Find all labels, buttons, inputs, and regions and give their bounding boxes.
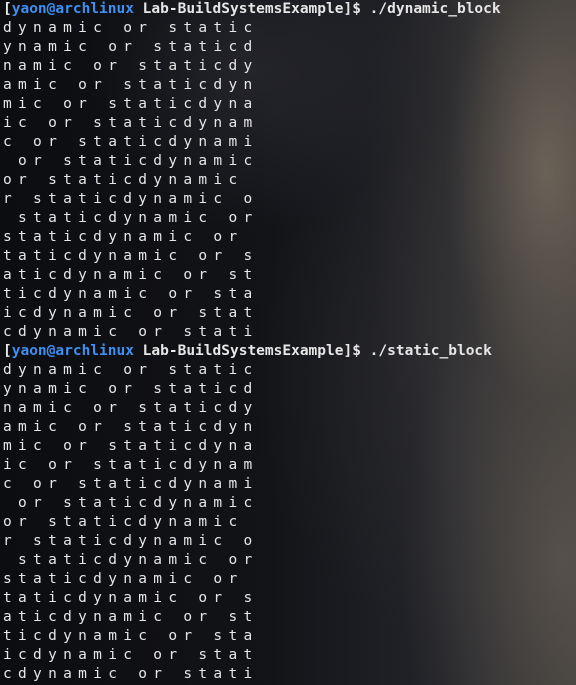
shell-prompt: [yaon@archlinux Lab-BuildSystemsExample]… xyxy=(3,0,501,19)
output-line: or staticdynamic xyxy=(3,495,259,511)
terminal-output: [yaon@archlinux Lab-BuildSystemsExample]… xyxy=(3,0,501,684)
terminal-window[interactable]: [yaon@archlinux Lab-BuildSystemsExample]… xyxy=(0,0,576,685)
output-line: or staticdynamic xyxy=(3,514,259,530)
prompt-close-bracket-symbol: ]$ xyxy=(343,1,370,17)
output-line: ynamic or staticd xyxy=(3,39,259,55)
output-line: amic or staticdyn xyxy=(3,419,259,435)
output-line: taticdynamic or s xyxy=(3,590,259,606)
prompt-working-directory: Lab-BuildSystemsExample xyxy=(133,343,344,359)
output-line: staticdynamic or xyxy=(3,571,259,587)
output-line: namic or staticdy xyxy=(3,400,259,416)
prompt-close-bracket-symbol: ]$ xyxy=(343,343,370,359)
output-line: ticdynamic or sta xyxy=(3,286,259,302)
output-line: mic or staticdyna xyxy=(3,438,259,454)
output-line: ic or staticdynam xyxy=(3,115,259,131)
prompt-user-host: yaon@archlinux xyxy=(11,1,134,17)
output-line: c or staticdynami xyxy=(3,476,259,492)
output-line: staticdynamic or xyxy=(3,552,259,568)
output-line: taticdynamic or s xyxy=(3,248,259,264)
shell-prompt: [yaon@archlinux Lab-BuildSystemsExample]… xyxy=(3,342,501,361)
prompt-command: ./static_block xyxy=(369,343,492,359)
prompt-open-bracket: [ xyxy=(3,1,12,17)
output-line: or staticdynamic xyxy=(3,172,259,188)
output-line: cdynamic or stati xyxy=(3,666,259,682)
output-line: staticdynamic or xyxy=(3,229,259,245)
output-line: cdynamic or stati xyxy=(3,324,259,340)
output-line: aticdynamic or st xyxy=(3,267,259,283)
output-line: amic or staticdyn xyxy=(3,77,259,93)
output-line: staticdynamic or xyxy=(3,210,259,226)
output-line: or staticdynamic xyxy=(3,153,259,169)
output-line: ic or staticdynam xyxy=(3,457,259,473)
output-line: aticdynamic or st xyxy=(3,609,259,625)
output-line: dynamic or static xyxy=(3,362,259,378)
output-line: ynamic or staticd xyxy=(3,381,259,397)
output-line: namic or staticdy xyxy=(3,58,259,74)
output-line: r staticdynamic o xyxy=(3,191,259,207)
output-line: r staticdynamic o xyxy=(3,533,259,549)
prompt-open-bracket: [ xyxy=(3,343,12,359)
prompt-working-directory: Lab-BuildSystemsExample xyxy=(133,1,344,17)
output-line: icdynamic or stat xyxy=(3,647,259,663)
output-line: ticdynamic or sta xyxy=(3,628,259,644)
prompt-command: ./dynamic_block xyxy=(369,1,501,17)
output-line: mic or staticdyna xyxy=(3,96,259,112)
output-line: dynamic or static xyxy=(3,20,259,36)
prompt-user-host: yaon@archlinux xyxy=(11,343,134,359)
output-line: icdynamic or stat xyxy=(3,305,259,321)
output-line: c or staticdynami xyxy=(3,134,259,150)
